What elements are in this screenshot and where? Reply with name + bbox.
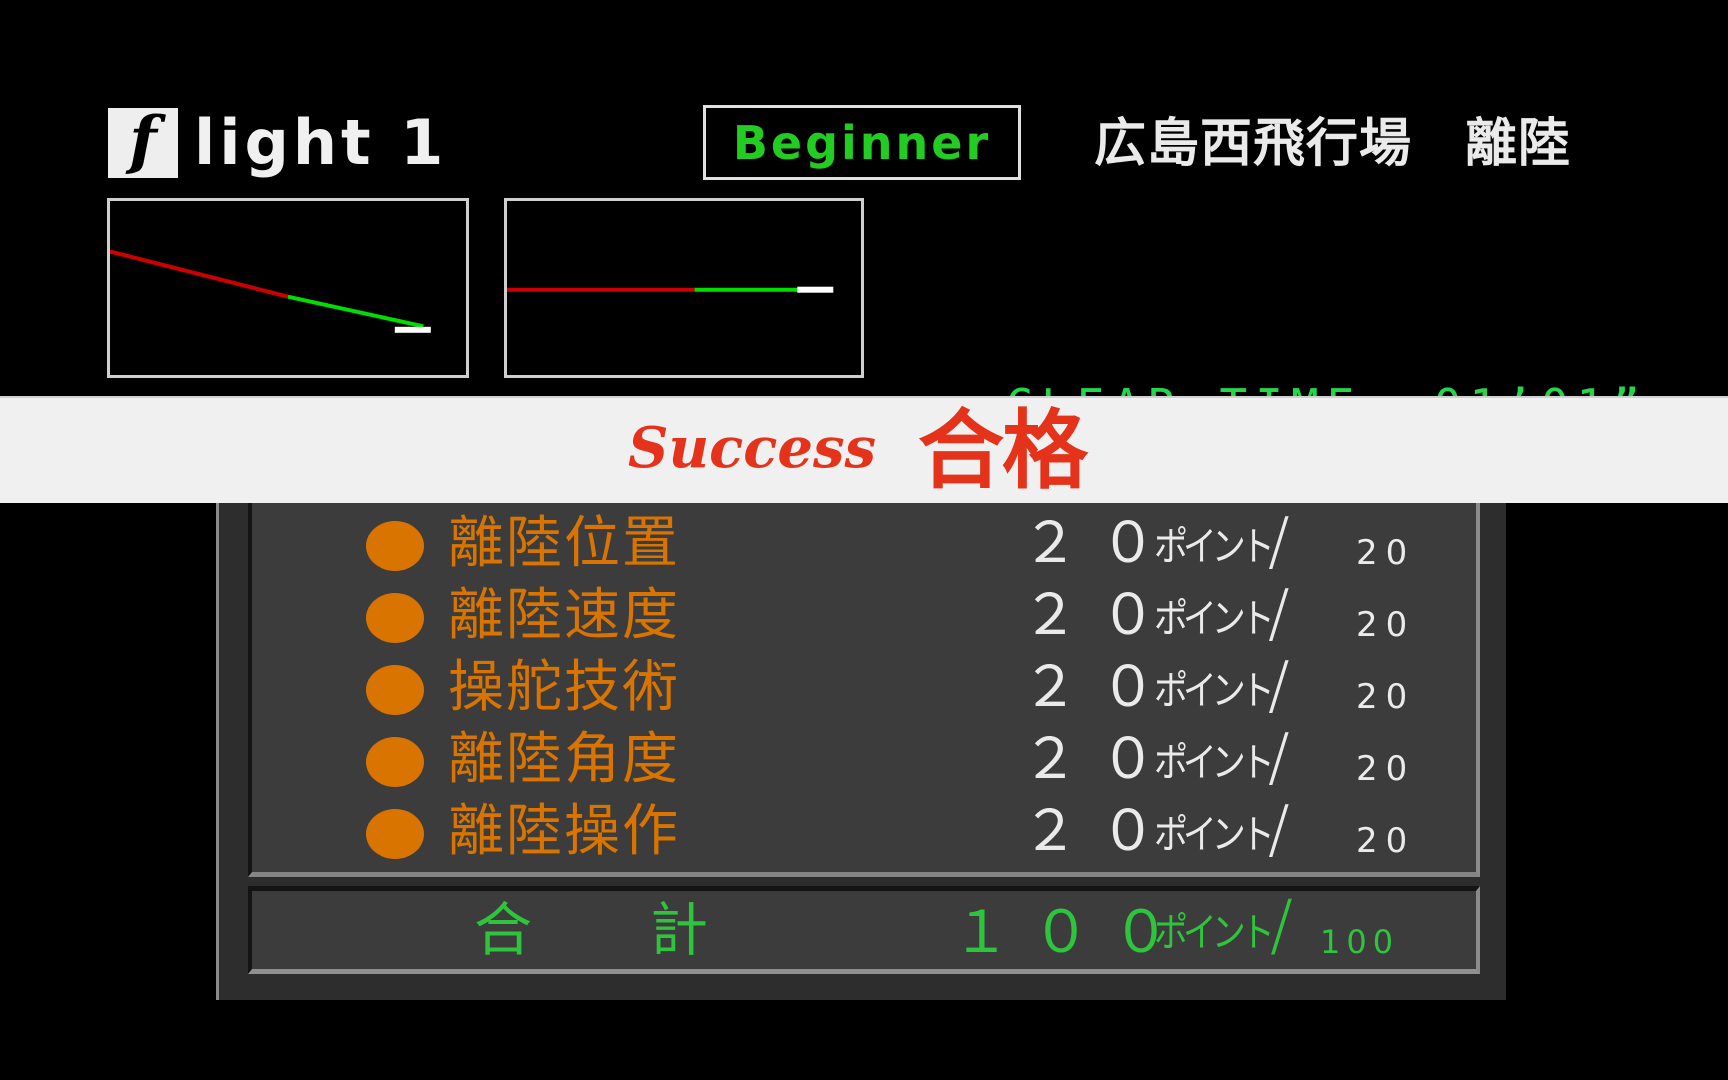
aircraft-marker — [797, 286, 834, 293]
score-row: 離陸速度 ２０ ポイント / 20 — [0, 577, 1728, 652]
side-profile-plot — [110, 249, 431, 333]
logo-badge: f — [108, 108, 178, 178]
mission-location: 広島西飛行場 離陸 — [1094, 114, 1572, 174]
score-separator: / — [1268, 505, 1290, 579]
score-separator: / — [1268, 649, 1290, 723]
score-item-label: 操舵技術 — [448, 655, 680, 720]
result-label-en: Success — [628, 415, 877, 481]
total-separator: / — [1270, 886, 1293, 965]
top-view-plot — [507, 286, 834, 293]
score-separator: / — [1268, 793, 1290, 867]
score-max: 20 — [1356, 821, 1416, 861]
score-row: 離陸操作 ２０ ポイント / 20 — [0, 793, 1728, 868]
score-row: 離陸角度 ２０ ポイント / 20 — [0, 721, 1728, 796]
bullet-icon — [366, 737, 424, 787]
score-item-label: 離陸角度 — [448, 727, 680, 792]
score-unit: ポイント — [1154, 740, 1275, 786]
approach-path-red — [110, 249, 289, 299]
logo-letter: f — [129, 103, 157, 178]
score-max: 20 — [1356, 677, 1416, 717]
total-row — [248, 886, 1480, 974]
top-view-graph — [504, 198, 864, 378]
flight-path-green — [287, 294, 424, 329]
difficulty-label: Beginner — [732, 115, 992, 170]
score-unit: ポイント — [1154, 668, 1275, 714]
total-unit: ポイント — [1154, 910, 1275, 956]
total-max: 100 — [1320, 923, 1400, 961]
bullet-icon — [366, 665, 424, 715]
score-item-label: 離陸位置 — [448, 511, 680, 576]
total-label-part-2: 計 — [650, 896, 709, 964]
bullet-icon — [366, 809, 424, 859]
difficulty-badge: Beginner — [703, 105, 1021, 180]
side-profile-graph — [107, 198, 469, 378]
score-max: 20 — [1356, 605, 1416, 645]
score-separator: / — [1268, 721, 1290, 795]
score-item-label: 離陸速度 — [448, 583, 680, 648]
total-label-part-1: 合 — [474, 896, 533, 964]
score-row: 操舵技術 ２０ ポイント / 20 — [0, 649, 1728, 724]
result-label-ja: 合格 — [918, 401, 1088, 501]
score-item-label: 離陸操作 — [448, 799, 680, 864]
score-max: 20 — [1356, 749, 1416, 789]
score-unit: ポイント — [1154, 812, 1275, 858]
bullet-icon — [366, 521, 424, 571]
score-max: 20 — [1356, 533, 1416, 573]
score-unit: ポイント — [1154, 596, 1275, 642]
score-row: 離陸位置 ２０ ポイント / 20 — [0, 505, 1728, 580]
score-unit: ポイント — [1154, 524, 1275, 570]
bullet-icon — [366, 593, 424, 643]
flight-title: light 1 — [194, 106, 448, 179]
score-separator: / — [1268, 577, 1290, 651]
aircraft-marker — [394, 326, 431, 333]
